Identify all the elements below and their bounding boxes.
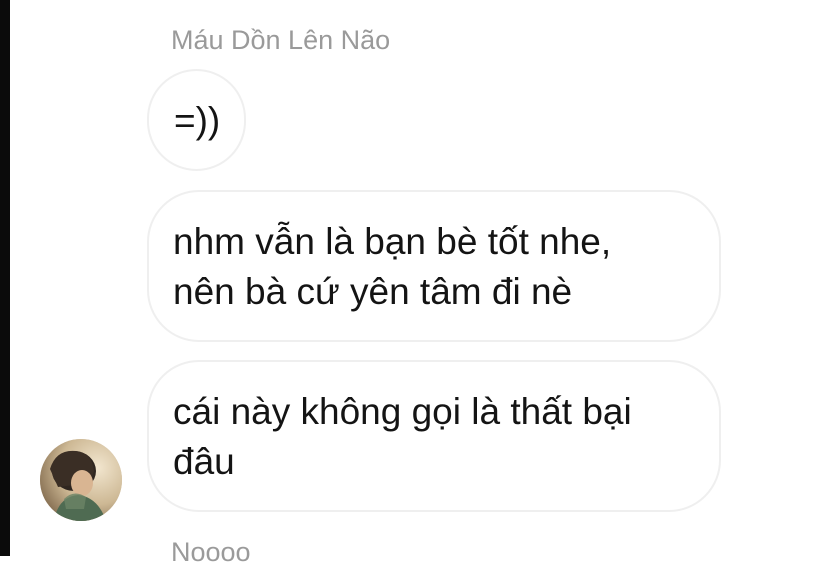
sender-name: Máu Dồn Lên Não — [171, 25, 391, 55]
window-left-edge — [0, 0, 10, 556]
message-text: nên bà cứ yên tâm đi nè — [173, 271, 573, 312]
message-bubble[interactable]: =)) — [147, 69, 246, 171]
message-text: đâu — [173, 441, 235, 482]
message-text: cái này không gọi là thất bại — [173, 391, 632, 432]
message-bubble[interactable]: nhm vẫn là bạn bè tốt nhe, nên bà cứ yên… — [147, 190, 721, 342]
sender-avatar[interactable] — [40, 439, 122, 521]
avatar-photo-icon — [40, 439, 122, 521]
next-sender-name: Noooo — [171, 537, 251, 567]
message-text: nhm vẫn là bạn bè tốt nhe, — [173, 221, 612, 262]
message-bubble[interactable]: cái này không gọi là thất bại đâu — [147, 360, 721, 512]
message-text: =)) — [174, 100, 221, 141]
